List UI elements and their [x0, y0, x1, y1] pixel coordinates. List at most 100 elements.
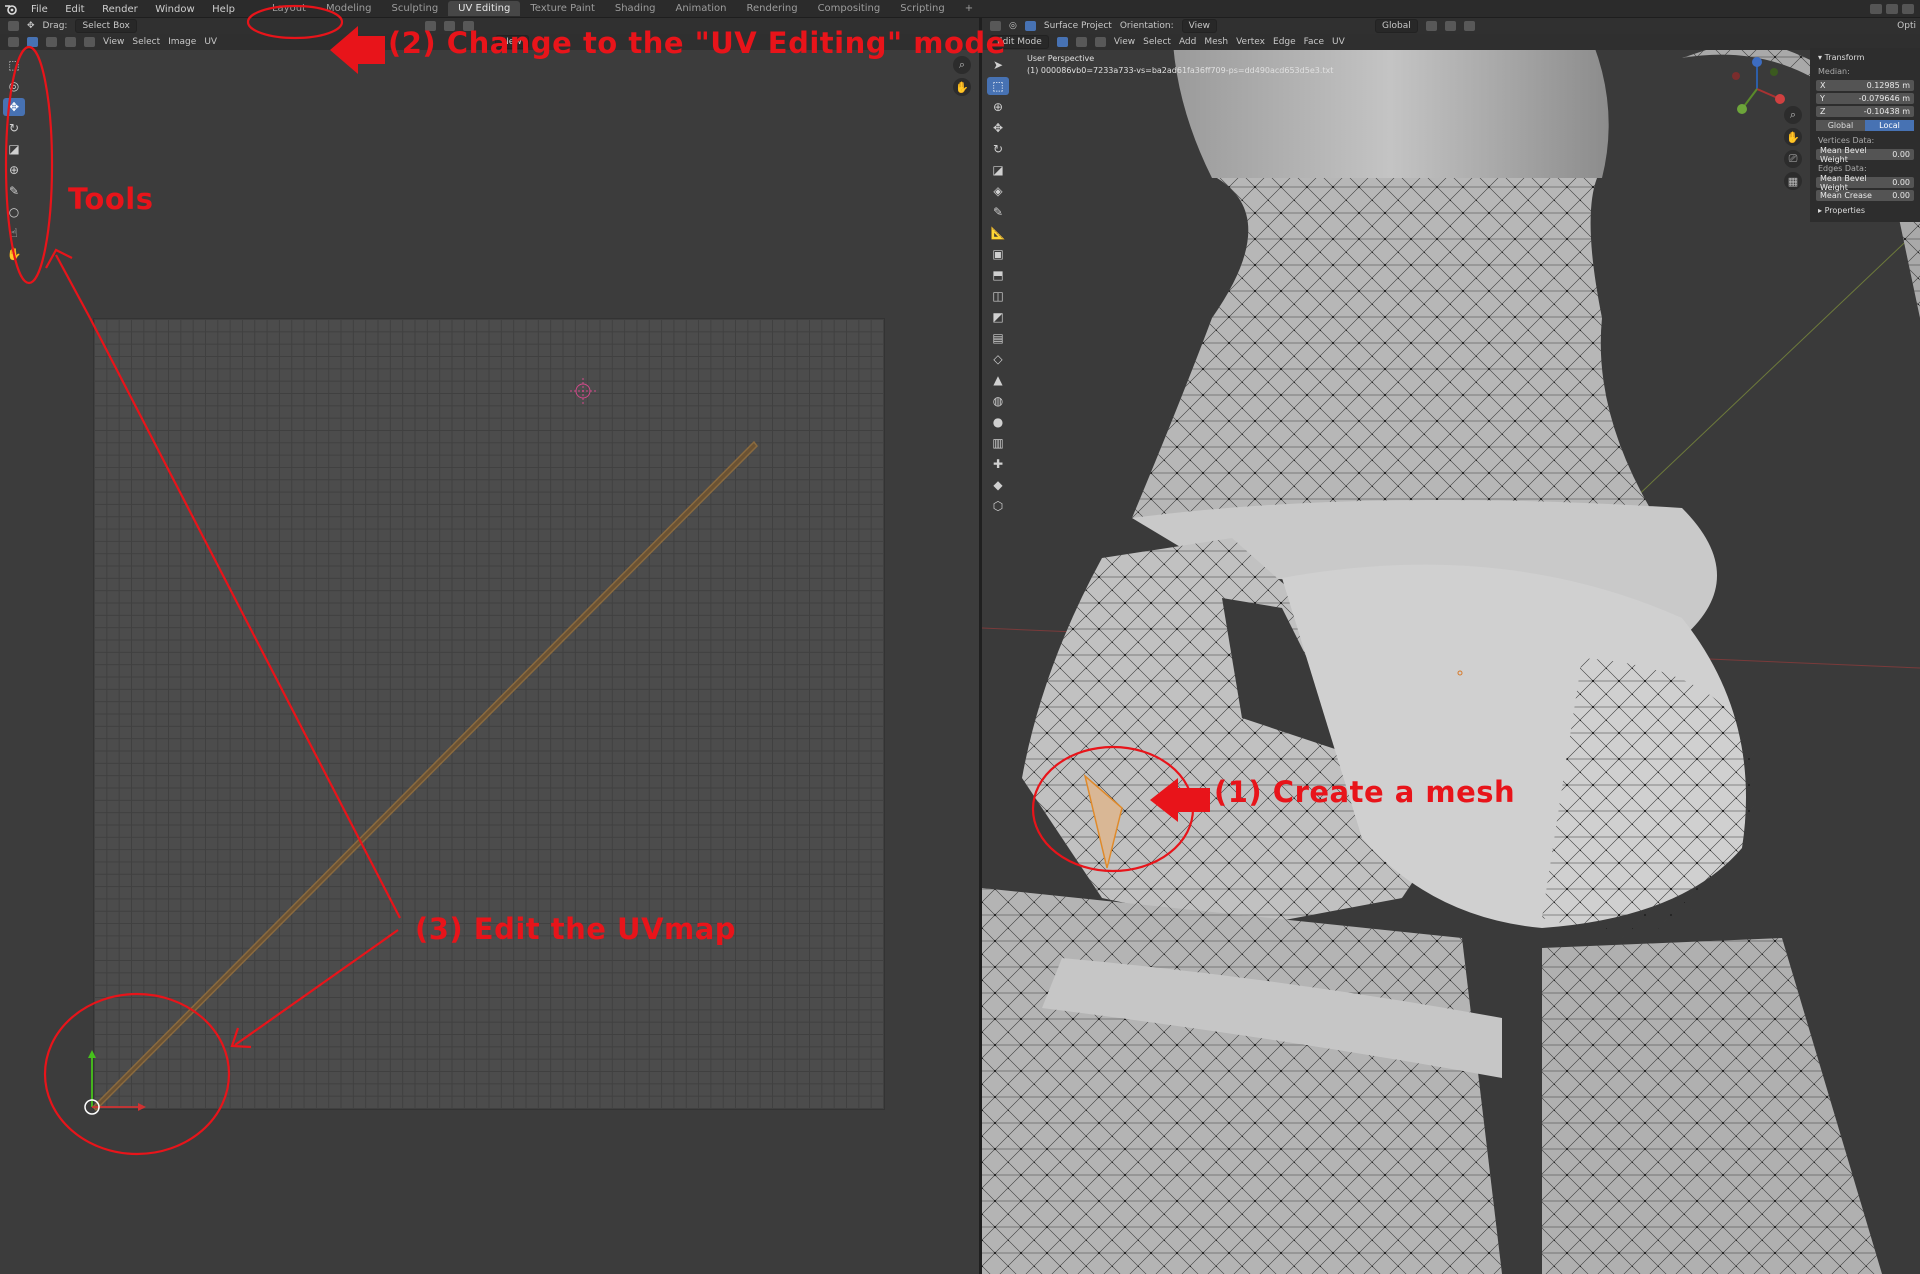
window-control-icon[interactable]	[1902, 3, 1914, 14]
annotate-tool-icon[interactable]: ✎	[3, 182, 25, 200]
tab-texture-paint[interactable]: Texture Paint	[520, 1, 605, 16]
transform-orientation-dropdown[interactable]: Global	[1375, 19, 1418, 33]
view-layer-icon[interactable]	[1886, 3, 1898, 14]
viewport-menu-face[interactable]: Face	[1304, 37, 1324, 47]
edge-select-icon[interactable]	[46, 37, 57, 47]
median-z-field[interactable]: Z -0.10438 m	[1816, 106, 1914, 117]
orientation-dropdown[interactable]: View	[1181, 19, 1218, 33]
proportional-editing-icon[interactable]	[1463, 21, 1475, 31]
bevel-tool-icon[interactable]: ◩	[987, 308, 1009, 326]
relax-tool-icon[interactable]: ✋	[3, 245, 25, 263]
uv-menu-uv[interactable]: UV	[204, 37, 217, 47]
mesh-viewport-render[interactable]	[982, 18, 1920, 1274]
measure-tool-icon[interactable]: 📐	[987, 224, 1009, 242]
transform-tool-icon[interactable]: ⊕	[3, 161, 25, 179]
tab-modeling[interactable]: Modeling	[316, 1, 382, 16]
options-label[interactable]: Opti	[1897, 21, 1920, 31]
uv-menu-image[interactable]: Image	[168, 37, 196, 47]
viewport-menu-uv[interactable]: UV	[1332, 37, 1345, 47]
annotate-tool-icon[interactable]: ✎	[987, 203, 1009, 221]
select-box-tool-icon[interactable]: ⬚	[3, 56, 25, 74]
uv-sync-icon[interactable]	[8, 37, 19, 47]
shear-tool-icon[interactable]: ◆	[987, 476, 1009, 494]
median-y-field[interactable]: Y -0.079646 m	[1816, 93, 1914, 104]
local-button[interactable]: Local	[1865, 120, 1914, 131]
editor-type-icon[interactable]	[8, 21, 19, 31]
spin-tool-icon[interactable]: ◍	[987, 392, 1009, 410]
uv-grid[interactable]	[93, 318, 885, 1110]
navigation-gizmo[interactable]	[1722, 54, 1792, 124]
properties-section[interactable]: ▸ Properties	[1810, 203, 1920, 218]
zoom-view-icon[interactable]: ⌕	[1784, 106, 1802, 124]
scale-tool-icon[interactable]: ◪	[3, 140, 25, 158]
shrink-fatten-tool-icon[interactable]: ✚	[987, 455, 1009, 473]
move-icon[interactable]: ✥	[27, 21, 35, 31]
move-tool-icon[interactable]: ✥	[987, 119, 1009, 137]
cursor-tool-icon[interactable]: ◎	[3, 77, 25, 95]
extrude-tool-icon[interactable]: ⬒	[987, 266, 1009, 284]
face-select-mode-icon[interactable]	[1094, 37, 1106, 47]
edge-bevel-weight-field[interactable]: Mean Bevel Weight 0.00	[1816, 174, 1914, 192]
snap-target-icon[interactable]: ◎	[1009, 21, 1017, 31]
edge-slide-tool-icon[interactable]: ▥	[987, 434, 1009, 452]
transform-section[interactable]: ▾ Transform	[1810, 50, 1920, 65]
inset-tool-icon[interactable]: ◫	[987, 287, 1009, 305]
uv-menu-select[interactable]: Select	[132, 37, 160, 47]
tab-animation[interactable]: Animation	[666, 1, 737, 16]
select-box-tool-icon[interactable]: ⬚	[987, 77, 1009, 95]
edge-select-mode-icon[interactable]	[1075, 37, 1087, 47]
drag-select-dropdown[interactable]: Select Box	[75, 19, 137, 33]
scale-tool-icon[interactable]: ◪	[987, 161, 1009, 179]
blender-logo-icon[interactable]	[4, 2, 18, 16]
uv-menu-view[interactable]: View	[103, 37, 124, 47]
scene-icon[interactable]	[1870, 3, 1882, 14]
vertex-select-mode-icon[interactable]	[1056, 37, 1068, 47]
tab-compositing[interactable]: Compositing	[808, 1, 891, 16]
viewport-menu-view[interactable]: View	[1114, 37, 1135, 47]
grab-tool-icon[interactable]: ○	[3, 203, 25, 221]
tab-rendering[interactable]: Rendering	[736, 1, 807, 16]
pan-view-icon[interactable]: ✋	[1784, 128, 1802, 146]
global-button[interactable]: Global	[1816, 120, 1865, 131]
tab-uv-editing[interactable]: UV Editing	[448, 1, 521, 16]
cursor-tool-icon[interactable]: ⊕	[987, 98, 1009, 116]
viewport-menu-edge[interactable]: Edge	[1273, 37, 1296, 47]
pinch-tool-icon[interactable]: ☝	[3, 224, 25, 242]
add-cube-tool-icon[interactable]: ▣	[987, 245, 1009, 263]
loop-cut-tool-icon[interactable]: ▤	[987, 329, 1009, 347]
menu-render[interactable]: Render	[95, 4, 145, 15]
knife-tool-icon[interactable]: ◇	[987, 350, 1009, 368]
tab-sculpting[interactable]: Sculpting	[381, 1, 448, 16]
perspective-toggle-icon[interactable]: ▦	[1784, 172, 1802, 190]
menu-edit[interactable]: Edit	[58, 4, 91, 15]
surface-project-checkbox[interactable]	[1024, 21, 1036, 31]
camera-view-icon[interactable]: ⎚	[1784, 150, 1802, 168]
rip-tool-icon[interactable]: ⬡	[987, 497, 1009, 515]
viewport-menu-add[interactable]: Add	[1179, 37, 1196, 47]
viewport-menu-select[interactable]: Select	[1143, 37, 1171, 47]
vertex-bevel-weight-field[interactable]: Mean Bevel Weight 0.00	[1816, 146, 1914, 164]
menu-file[interactable]: File	[24, 4, 55, 15]
poly-build-tool-icon[interactable]: ▲	[987, 371, 1009, 389]
snapping-icon[interactable]	[1444, 21, 1456, 31]
move-tool-icon[interactable]: ✥	[3, 98, 25, 116]
face-select-icon[interactable]	[65, 37, 76, 47]
add-workspace-button[interactable]: +	[955, 1, 983, 16]
menu-help[interactable]: Help	[205, 4, 242, 15]
tab-shading[interactable]: Shading	[605, 1, 666, 16]
edge-crease-field[interactable]: Mean Crease 0.00	[1816, 190, 1914, 201]
vertex-select-icon[interactable]	[27, 37, 38, 47]
menu-window[interactable]: Window	[148, 4, 201, 15]
viewport-menu-vertex[interactable]: Vertex	[1236, 37, 1265, 47]
island-select-icon[interactable]	[84, 37, 95, 47]
rotate-tool-icon[interactable]: ↻	[987, 140, 1009, 158]
rotate-tool-icon[interactable]: ↻	[3, 119, 25, 137]
transform-tool-icon[interactable]: ◈	[987, 182, 1009, 200]
median-x-field[interactable]: X 0.12985 m	[1816, 80, 1914, 91]
tab-layout[interactable]: Layout	[262, 1, 316, 16]
smooth-tool-icon[interactable]: ●	[987, 413, 1009, 431]
tab-scripting[interactable]: Scripting	[890, 1, 954, 16]
pivot-point-icon[interactable]	[1425, 21, 1437, 31]
pan-hand-icon[interactable]: ✋	[953, 78, 971, 96]
viewport-menu-mesh[interactable]: Mesh	[1204, 37, 1228, 47]
